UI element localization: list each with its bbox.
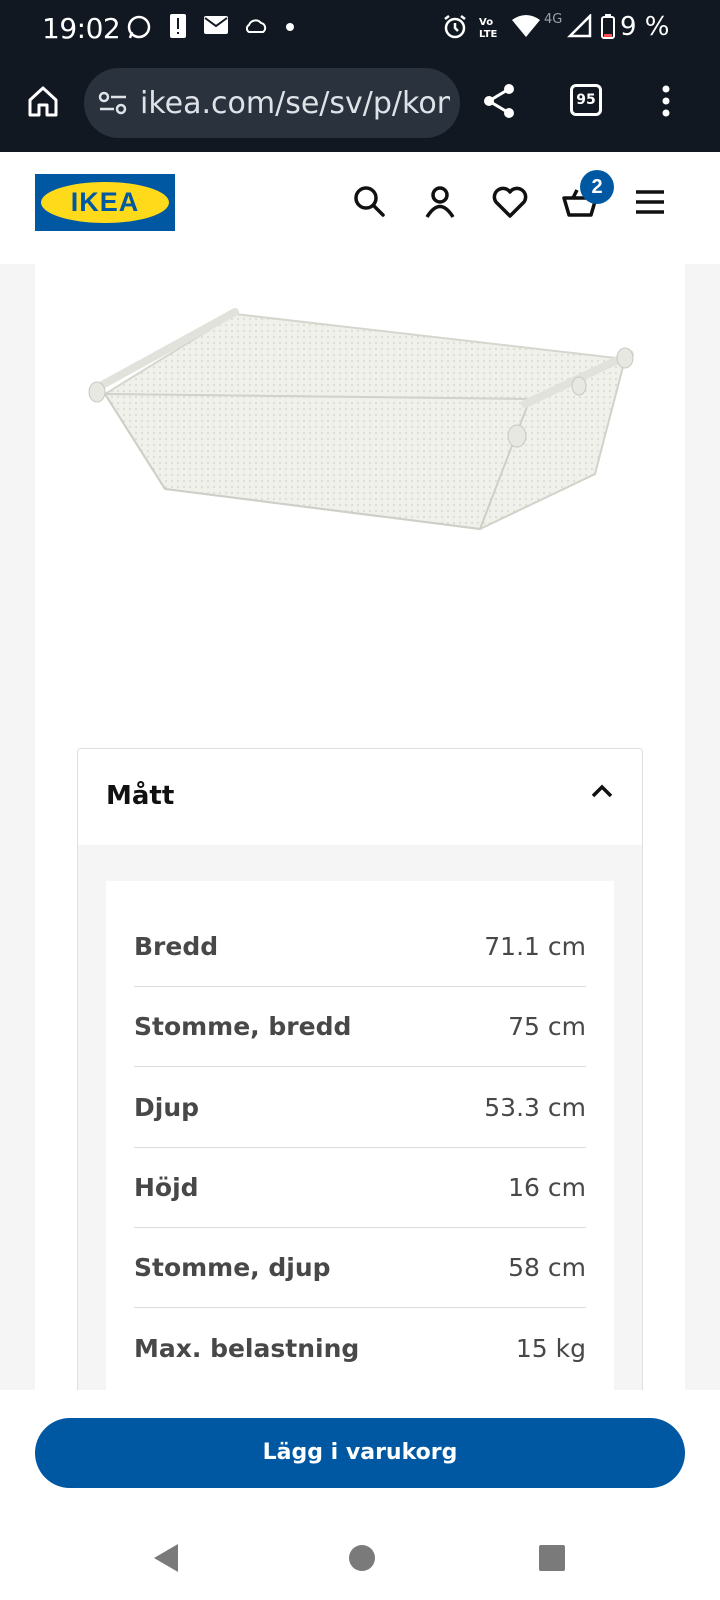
dimensions-table: Bredd 71.1 cm Stomme, bredd 75 cm Djup 5… bbox=[106, 881, 614, 1390]
ikea-logo[interactable]: IKEA bbox=[35, 174, 175, 231]
chevron-up-icon[interactable] bbox=[590, 783, 614, 799]
heart-icon[interactable] bbox=[490, 182, 530, 222]
browser-toolbar: ikea.com/se/sv/p/komplement-nat 95 bbox=[0, 56, 720, 152]
logo-text: IKEA bbox=[70, 187, 140, 217]
add-to-cart-button[interactable]: Lägg i varukorg bbox=[35, 1418, 685, 1488]
dimension-label: Stomme, bredd bbox=[134, 1012, 352, 1041]
battery-icon bbox=[601, 14, 615, 39]
dimension-value: 16 cm bbox=[508, 1173, 586, 1202]
dot-icon bbox=[286, 23, 294, 31]
nav-recents-icon[interactable] bbox=[536, 1542, 568, 1574]
svg-text:LTE: LTE bbox=[479, 29, 498, 40]
dimension-row: Max. belastning 15 kg bbox=[134, 1308, 586, 1388]
network-type: 4G bbox=[544, 12, 563, 27]
nav-home-icon[interactable] bbox=[346, 1542, 378, 1574]
site-header: IKEA 2 bbox=[0, 152, 720, 264]
mail-icon bbox=[204, 16, 228, 34]
signal-icon bbox=[566, 14, 592, 38]
nav-back-icon[interactable] bbox=[150, 1542, 182, 1574]
dimension-value: 58 cm bbox=[508, 1253, 586, 1282]
accordion-header[interactable]: Mått bbox=[78, 749, 642, 845]
svg-text:Vo: Vo bbox=[479, 17, 493, 28]
wifi-icon bbox=[512, 15, 540, 37]
dimension-value: 53.3 cm bbox=[484, 1093, 586, 1122]
home-icon[interactable] bbox=[26, 84, 60, 118]
bottom-bar: Lägg i varukorg bbox=[0, 1390, 720, 1600]
dimension-value: 15 kg bbox=[515, 1334, 586, 1363]
dimension-label: Stomme, djup bbox=[134, 1253, 331, 1282]
alarm-icon bbox=[444, 15, 466, 39]
accordion-title: Mått bbox=[106, 781, 175, 811]
dimension-row: Stomme, djup 58 cm bbox=[134, 1227, 586, 1308]
site-settings-icon[interactable] bbox=[98, 90, 128, 116]
dimension-label: Max. belastning bbox=[134, 1334, 360, 1363]
product-content: Mått Bredd 71.1 cm Stomme, bredd 75 cm D… bbox=[35, 264, 685, 1390]
search-icon[interactable] bbox=[350, 182, 390, 222]
volte-icon: Vo LTE bbox=[479, 17, 498, 40]
status-bar: 19:02 Vo LTE 4G 9 % bbox=[0, 0, 720, 56]
share-icon[interactable] bbox=[482, 82, 516, 120]
cloud-icon bbox=[245, 19, 267, 33]
tab-switcher-button[interactable]: 95 bbox=[570, 84, 602, 116]
dimension-value: 71.1 cm bbox=[484, 932, 586, 961]
dimension-row: Djup 53.3 cm bbox=[134, 1067, 586, 1148]
dimensions-accordion: Mått Bredd 71.1 cm Stomme, bredd 75 cm D… bbox=[77, 748, 643, 1390]
product-image bbox=[88, 308, 634, 531]
address-bar[interactable]: ikea.com/se/sv/p/komplement-nat bbox=[84, 68, 460, 138]
more-options-icon[interactable] bbox=[660, 84, 672, 118]
alert-icon bbox=[170, 14, 186, 38]
status-time: 19:02 bbox=[42, 12, 121, 45]
cart-count-badge: 2 bbox=[580, 170, 614, 204]
dimension-value: 75 cm bbox=[508, 1012, 586, 1041]
dimension-row: Bredd 71.1 cm bbox=[134, 906, 586, 987]
url-text: ikea.com/se/sv/p/komplement-nat bbox=[140, 86, 450, 121]
account-icon[interactable] bbox=[420, 182, 460, 222]
dimension-label: Djup bbox=[134, 1093, 200, 1122]
tab-count: 95 bbox=[576, 92, 596, 108]
dimension-label: Höjd bbox=[134, 1173, 199, 1202]
menu-icon[interactable] bbox=[630, 182, 670, 222]
whatsapp-icon bbox=[127, 15, 151, 39]
battery-level: 9 % bbox=[620, 12, 670, 42]
dimension-row: Höjd 16 cm bbox=[134, 1147, 586, 1228]
dimension-row: Stomme, bredd 75 cm bbox=[134, 986, 586, 1067]
dimension-label: Bredd bbox=[134, 932, 219, 961]
